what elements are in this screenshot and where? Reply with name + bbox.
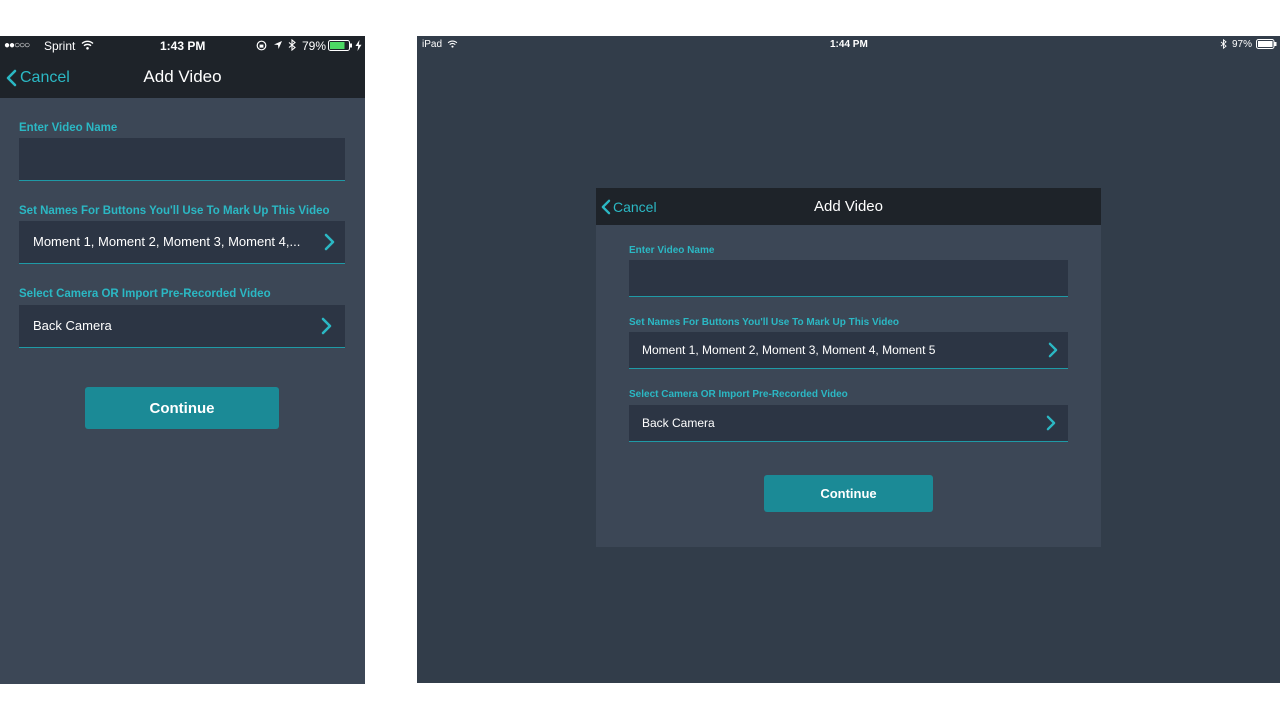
battery-percent: 97%: [1232, 39, 1253, 50]
chevron-right-icon: [1048, 342, 1058, 358]
status-bar: iPad 1:44 PM 97%: [417, 36, 1280, 54]
page-title: Add Video: [143, 67, 222, 86]
add-video-modal: Cancel Add Video Enter Video Name Set Na…: [596, 188, 1101, 547]
button-names-value: Moment 1, Moment 2, Moment 3, Moment 4, …: [642, 343, 936, 357]
button-names-selector[interactable]: Moment 1, Moment 2, Moment 3, Moment 4, …: [629, 332, 1068, 369]
video-source-selector[interactable]: Back Camera: [19, 305, 345, 348]
continue-button[interactable]: Continue: [764, 475, 933, 512]
signal-strength: ●●○○○: [4, 40, 30, 51]
rotation-lock-icon: [256, 40, 267, 51]
button-names-label: Set Names For Buttons You'll Use To Mark…: [19, 205, 330, 217]
wifi-icon: [81, 40, 94, 50]
video-source-selector[interactable]: Back Camera: [629, 405, 1068, 442]
page-title: Add Video: [814, 198, 883, 215]
bluetooth-icon: [1220, 39, 1227, 49]
battery-percent: 79%: [302, 39, 327, 53]
button-names-value: Moment 1, Moment 2, Moment 3, Moment 4,.…: [33, 234, 301, 249]
video-source-value: Back Camera: [642, 416, 715, 430]
video-source-label: Select Camera OR Import Pre-Recorded Vid…: [19, 288, 271, 300]
chevron-right-icon: [321, 317, 332, 335]
bluetooth-icon: [288, 39, 296, 51]
battery-icon: [1256, 39, 1277, 49]
video-source-value: Back Camera: [33, 318, 112, 333]
charging-icon: [355, 40, 362, 51]
device-name: iPad: [422, 39, 443, 50]
navigation-bar: Cancel Add Video: [0, 56, 365, 98]
carrier-name: Sprint: [44, 39, 76, 53]
wifi-icon: [447, 40, 458, 48]
video-name-input[interactable]: [19, 138, 345, 181]
continue-button[interactable]: Continue: [85, 387, 279, 429]
video-name-label: Enter Video Name: [19, 122, 118, 134]
video-name-input[interactable]: [629, 260, 1068, 297]
navigation-bar: Cancel Add Video: [596, 188, 1101, 225]
chevron-right-icon: [324, 233, 335, 251]
location-icon: [274, 41, 282, 49]
button-names-label: Set Names For Buttons You'll Use To Mark…: [629, 317, 900, 328]
status-bar: ●●○○○ Sprint 1:43 PM 79%: [0, 36, 365, 56]
status-time: 1:43 PM: [160, 39, 206, 53]
chevron-right-icon: [1046, 415, 1056, 431]
video-source-label: Select Camera OR Import Pre-Recorded Vid…: [629, 389, 848, 400]
video-name-label: Enter Video Name: [629, 245, 715, 256]
tablet-screen: iPad 1:44 PM 97% Cancel Add Video Enter …: [417, 36, 1280, 683]
phone-screen: ●●○○○ Sprint 1:43 PM 79% Cancel Add Vide…: [0, 36, 365, 684]
button-names-selector[interactable]: Moment 1, Moment 2, Moment 3, Moment 4,.…: [19, 221, 345, 264]
battery-icon: [328, 40, 352, 51]
status-time: 1:44 PM: [830, 39, 868, 50]
